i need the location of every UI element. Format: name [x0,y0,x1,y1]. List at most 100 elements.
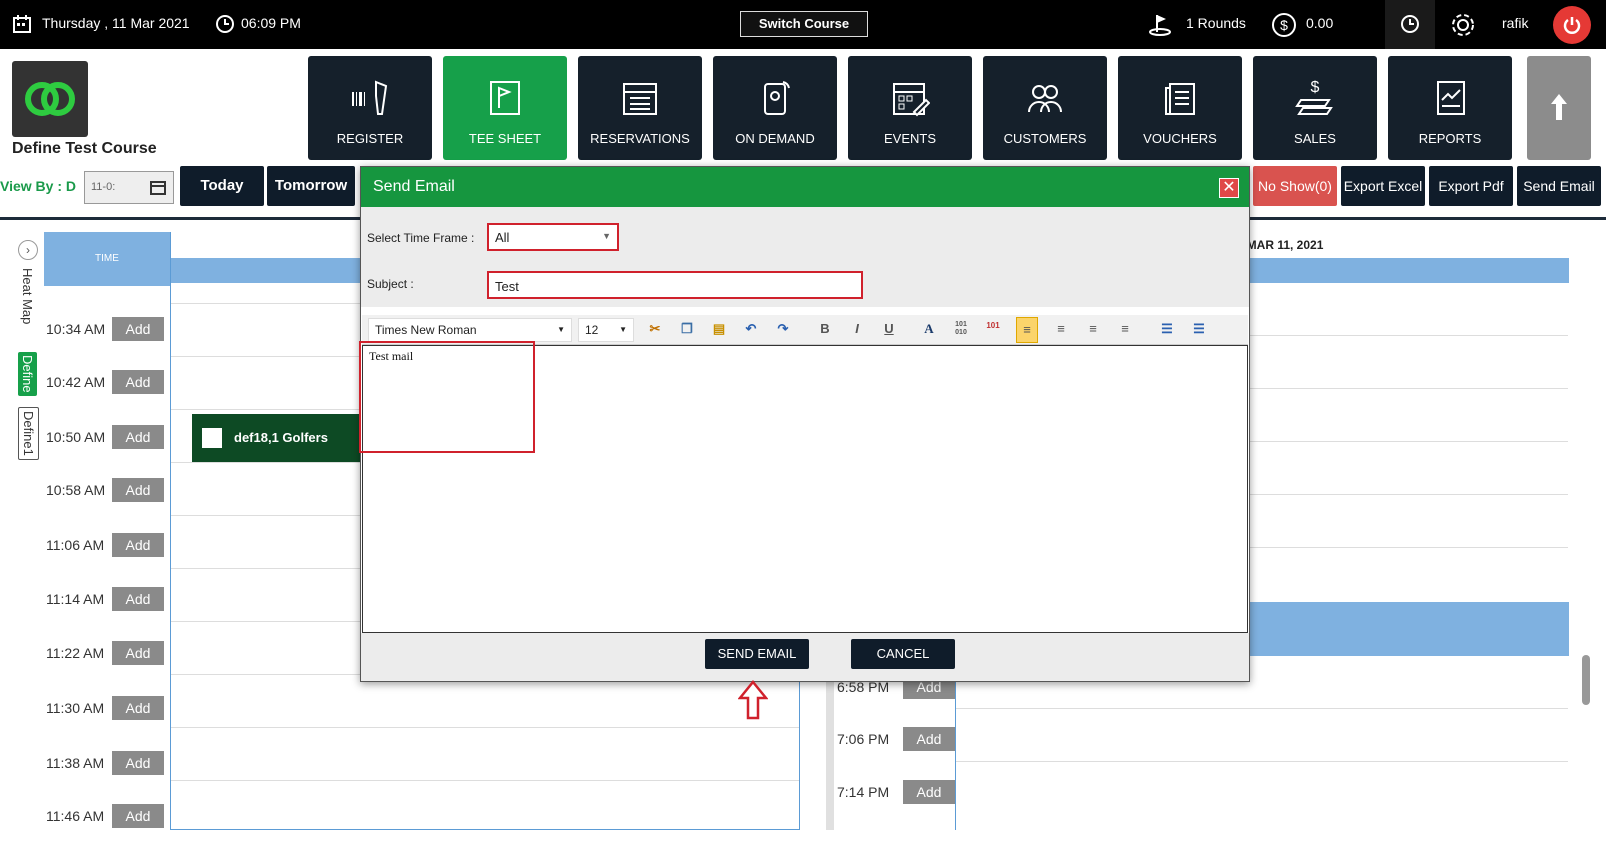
clock-icon [1401,15,1419,33]
time-row: 11:38 AM Add [44,751,174,804]
add-button[interactable]: Add [112,587,164,611]
close-icon[interactable]: ✕ [1219,178,1239,198]
underline-icon[interactable]: U [878,321,900,339]
undo-icon[interactable]: ↶ [740,321,762,339]
send-email-submit-button[interactable]: SEND EMAIL [705,639,809,669]
add-button[interactable]: Add [903,780,955,804]
view-by-label: View By : D [0,178,76,194]
scroll-up-button[interactable] [1527,56,1591,160]
nav-sales[interactable]: $ SALES [1253,56,1377,160]
gear-icon[interactable] [1449,11,1477,39]
cancel-button[interactable]: CANCEL [851,639,955,669]
add-button[interactable]: Add [112,751,164,775]
export-pdf-button[interactable]: Export Pdf [1429,166,1513,206]
balance-amount: 0.00 [1306,15,1334,31]
add-button[interactable]: Add [112,533,164,557]
booking-card[interactable]: def18,1 Golfers [192,414,368,462]
time-label: 7:14 PM [837,784,890,800]
grid-line [171,727,799,728]
dialog-title: Send Email [373,178,455,195]
chevron-down-icon: ▼ [557,325,565,334]
justify-icon[interactable]: ≡ [1114,321,1136,339]
time-row: 11:30 AM Add [44,696,174,749]
switch-course-button[interactable]: Switch Course [740,11,868,37]
nav-on-demand[interactable]: ON DEMAND [713,56,837,160]
power-icon [1563,17,1581,34]
heat-map-tab[interactable]: Heat Map [20,268,35,324]
clock-icon [216,15,234,33]
time-label: 10:34 AM [46,321,106,337]
time-row: 10:58 AM Add [44,478,174,531]
time-frame-value: All [495,230,510,245]
font-size-select[interactable]: 12 ▼ [578,318,634,342]
nav-events[interactable]: EVENTS [848,56,972,160]
copy-icon[interactable]: ❐ [676,321,698,339]
tomorrow-button[interactable]: Tomorrow [267,166,355,206]
time-row: 10:42 AM Add [44,370,174,423]
golf-flag-icon [1149,15,1171,36]
define-tab[interactable]: Define [18,352,37,396]
time-row: 10:50 AM Add [44,425,174,478]
subscript-icon[interactable]: 101 [982,321,1004,339]
align-right-icon[interactable]: ≡ [1082,321,1104,339]
date-input[interactable]: 11-0: [84,171,174,204]
add-button[interactable]: Add [903,727,955,751]
subject-input[interactable]: Test [487,271,863,299]
today-button[interactable]: Today [180,166,264,206]
expand-chevron-icon[interactable]: › [18,240,38,260]
voucher-icon [1165,83,1195,115]
add-button[interactable]: Add [112,317,164,341]
bullet-list-icon[interactable]: ☰ [1156,321,1178,339]
add-button[interactable]: Add [112,696,164,720]
time-row: 10:34 AM Add [44,317,174,370]
paste-icon[interactable]: ▤ [708,321,730,339]
current-date: Thursday , 11 Mar 2021 [42,15,190,31]
time-clock-button[interactable] [1385,0,1435,49]
no-show-button[interactable]: No Show(0) [1253,166,1337,206]
mobile-icon [764,81,790,115]
nav-reports[interactable]: REPORTS [1388,56,1512,160]
send-email-button[interactable]: Send Email [1517,166,1601,206]
column-scrollbar[interactable] [826,660,834,830]
time-label: 10:58 AM [46,482,106,498]
current-time: 06:09 PM [241,15,301,31]
italic-icon[interactable]: I [846,321,868,339]
nav-reservations[interactable]: RESERVATIONS [578,56,702,160]
cut-icon[interactable]: ✂ [644,321,666,339]
nav-vouchers[interactable]: VOUCHERS [1118,56,1242,160]
time-frame-select[interactable]: All ▼ [487,223,619,251]
username: rafik [1502,15,1529,31]
add-button[interactable]: Add [112,478,164,502]
nav-label: CUSTOMERS [1003,131,1087,146]
date-value: 11-0: [91,181,116,193]
grid-line [171,780,799,781]
logout-button[interactable] [1553,6,1591,44]
nav-customers[interactable]: CUSTOMERS [983,56,1107,160]
time-label: 7:06 PM [837,731,890,747]
nav-register[interactable]: REGISTER [308,56,432,160]
export-excel-button[interactable]: Export Excel [1341,166,1425,206]
redo-icon[interactable]: ↷ [772,321,794,339]
align-center-icon[interactable]: ≡ [1050,321,1072,339]
dialog-header: Send Email [361,167,1249,207]
define1-tab[interactable]: Define1 [18,407,39,460]
font-color-icon[interactable]: A [918,321,940,339]
align-left-icon[interactable]: ≡ [1016,317,1038,343]
booking-checkbox[interactable] [202,428,222,448]
superscript-icon[interactable]: 101 010 [950,321,972,339]
numbered-list-icon[interactable]: ☰ [1188,321,1210,339]
add-button[interactable]: Add [112,425,164,449]
send-email-dialog: Send Email ✕ Select Time Frame : All ▼ S… [359,166,1250,682]
bold-icon[interactable]: B [814,321,836,339]
add-button[interactable]: Add [112,641,164,665]
add-button[interactable]: Add [112,370,164,394]
scrollbar-thumb[interactable] [1582,655,1590,705]
arrow-up-annotation-icon [738,680,768,720]
grid-line [956,761,1568,762]
add-button[interactable]: Add [112,804,164,828]
font-family-select[interactable]: Times New Roman ▼ [368,318,572,342]
nav-tee-sheet[interactable]: TEE SHEET [443,56,567,160]
calendar-icon[interactable] [149,178,167,196]
users-icon [1028,85,1062,113]
subject-label: Subject : [367,277,414,291]
